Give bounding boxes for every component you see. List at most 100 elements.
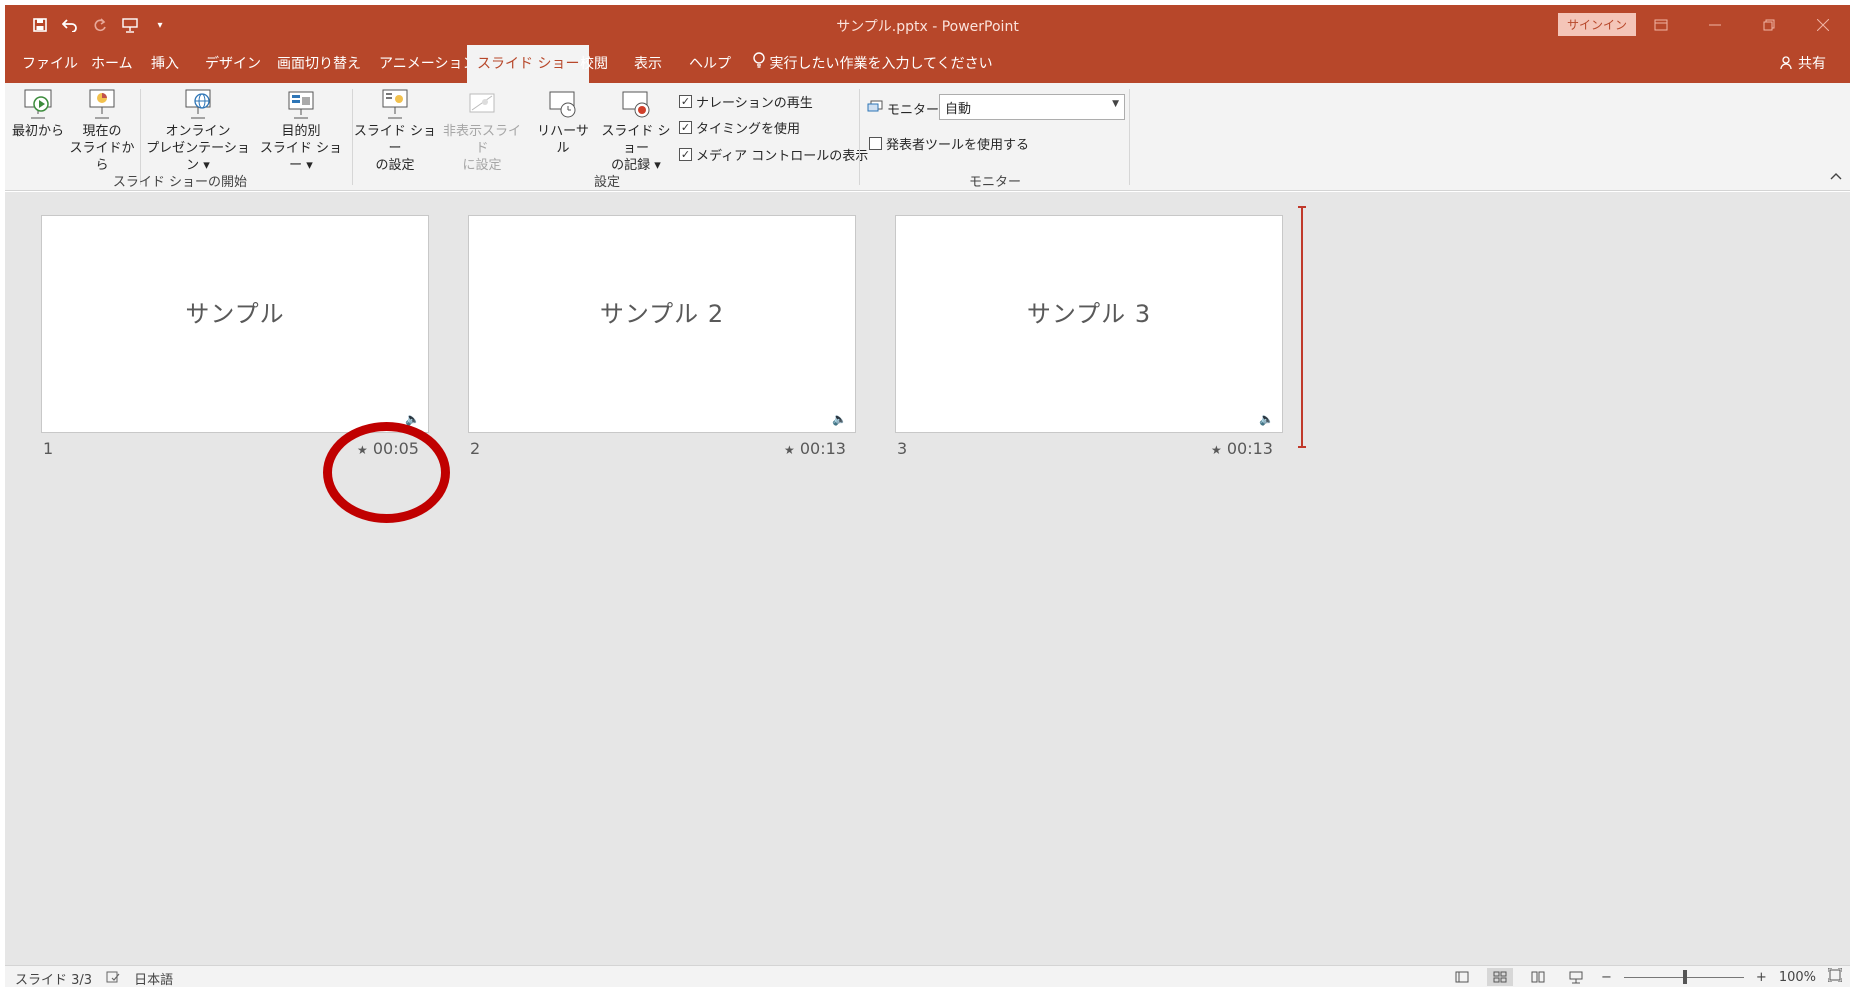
checkbox-unchecked-icon [869, 137, 882, 150]
slide-thumbnail-1[interactable]: サンプル 🔈 [41, 215, 429, 433]
slide-sorter-view-icon[interactable] [1487, 968, 1514, 986]
setup-group-label: 設定 [593, 175, 620, 190]
ribbon-display-options-icon[interactable] [1634, 5, 1688, 45]
tell-me-placeholder: 実行したい作業を入力してください [769, 56, 993, 72]
checkbox-checked-icon: ✓ [679, 121, 692, 134]
spellcheck-icon[interactable] [106, 971, 120, 987]
share-button[interactable]: 共有 [1779, 45, 1826, 83]
monitor-dropdown-value: 自動 [945, 102, 972, 117]
restore-icon[interactable] [1742, 5, 1796, 45]
setup-slideshow-button[interactable]: スライド ショー の設定 [353, 88, 437, 174]
from-beginning-button[interactable]: 最初から [11, 88, 65, 140]
ribbon-separator [1129, 89, 1130, 185]
tab-file[interactable]: ファイル [22, 45, 78, 83]
slide-number: 2 [470, 439, 481, 458]
collapse-ribbon-icon[interactable] [1830, 169, 1842, 184]
tab-animations[interactable]: アニメーション [379, 45, 476, 83]
ribbon: 最初から 現在の スライドから オンライン プレゼンテーション ▾ 目的別 スラ… [5, 83, 1850, 191]
online-presentation-button[interactable]: オンライン プレゼンテーション ▾ [143, 88, 253, 174]
monitor-group-label: モニター [968, 175, 1021, 190]
hide-label-1: 非表示スライド [442, 124, 521, 156]
use-timings-label: タイミングを使用 [696, 122, 801, 137]
presenter-view-label: 発表者ツールを使用する [886, 138, 1030, 153]
from-current-label-2: スライドから [69, 141, 135, 173]
window-controls [1634, 5, 1850, 45]
slide-title: サンプル 3 [1026, 300, 1152, 328]
setup-label-1: スライド ショー [353, 124, 437, 156]
ribbon-tabs: ファイル ホーム 挿入 デザイン 画面切り替え アニメーション スライド ショー… [5, 45, 1850, 83]
monitor-label-text: モニター: [887, 103, 944, 118]
slide-thumbnail-3[interactable]: サンプル 3 🔈 [895, 215, 1283, 433]
rehearse-clock-icon [548, 88, 578, 120]
status-bar: スライド 3/3 日本語 − + 100% [5, 965, 1850, 987]
tab-slideshow[interactable]: スライド ショー [467, 45, 590, 83]
star-icon: ★ [1211, 443, 1222, 457]
tab-review[interactable]: 校閲 [580, 45, 608, 83]
slide-title: サンプル 2 [599, 300, 725, 328]
presenter-view-checkbox[interactable]: 発表者ツールを使用する [869, 134, 1029, 153]
slide-counter: スライド 3/3 [15, 973, 93, 987]
person-icon [1779, 56, 1798, 72]
sound-icon: 🔈 [832, 412, 847, 426]
tab-design[interactable]: デザイン [205, 45, 261, 83]
rehearse-label: リハーサル [537, 124, 589, 156]
record-slideshow-button[interactable]: スライド ショー の記録 ▾ [595, 88, 677, 174]
slide-title: サンプル [185, 300, 285, 328]
checkbox-checked-icon: ✓ [679, 95, 692, 108]
tab-help[interactable]: ヘルプ [689, 45, 731, 83]
slide-timing-2: ★ 00:13 [784, 439, 846, 458]
from-beginning-label: 最初から [11, 124, 64, 139]
start-group-label: スライド ショーの開始 [112, 175, 248, 190]
online-label-1: オンライン [165, 124, 231, 139]
play-narrations-label: ナレーションの再生 [696, 96, 813, 111]
tell-me-box[interactable]: 実行したい作業を入力してください [753, 45, 993, 83]
fit-to-window-icon[interactable] [1827, 967, 1843, 986]
play-narrations-checkbox[interactable]: ✓ ナレーションの再生 [679, 92, 813, 111]
custom-label-2: スライド ショー ▾ [259, 141, 343, 173]
checkbox-checked-icon: ✓ [679, 148, 692, 161]
custom-label-1: 目的別 [281, 124, 321, 139]
tab-transitions[interactable]: 画面切り替え [277, 45, 361, 83]
sound-icon: 🔈 [1259, 412, 1274, 426]
signin-button[interactable]: サインイン [1557, 13, 1636, 36]
custom-show-icon [286, 88, 316, 120]
slide-thumbnail-2[interactable]: サンプル 2 🔈 [468, 215, 856, 433]
online-globe-icon [183, 88, 213, 120]
star-icon: ★ [784, 443, 795, 457]
tab-view[interactable]: 表示 [634, 45, 662, 83]
media-controls-checkbox[interactable]: ✓ メディア コントロールの表示 [679, 145, 868, 164]
monitor-dropdown[interactable]: 自動 ▼ [939, 94, 1125, 120]
hide-slide-button[interactable]: 非表示スライド に設定 [439, 88, 525, 174]
slide-number: 1 [43, 439, 54, 458]
share-label: 共有 [1798, 56, 1826, 72]
lightbulb-icon [753, 45, 765, 83]
zoom-slider-thumb[interactable] [1682, 969, 1687, 984]
minimize-icon[interactable] [1688, 5, 1742, 45]
reading-view-icon[interactable] [1525, 968, 1551, 986]
zoom-out-button[interactable]: − [1601, 970, 1612, 985]
close-icon[interactable] [1796, 5, 1850, 45]
from-current-label-1: 現在の [82, 124, 122, 139]
use-timings-checkbox[interactable]: ✓ タイミングを使用 [679, 118, 800, 137]
slide-timing-3: ★ 00:13 [1211, 439, 1273, 458]
ribbon-separator [859, 89, 860, 185]
language-indicator[interactable]: 日本語 [134, 969, 173, 987]
zoom-slider[interactable] [1623, 969, 1744, 984]
insertion-cursor [1298, 206, 1306, 448]
media-controls-label: メディア コントロールの表示 [696, 149, 869, 164]
slideshow-view-icon[interactable] [1563, 968, 1589, 986]
play-from-current-icon [87, 88, 117, 120]
record-icon [621, 88, 651, 120]
tab-home[interactable]: ホーム [91, 45, 133, 83]
normal-view-icon[interactable] [1449, 968, 1475, 986]
from-current-button[interactable]: 現在の スライドから [67, 88, 137, 174]
dropdown-arrow-icon: ▼ [1112, 99, 1119, 109]
title-bar: ▾ サンプル.pptx - PowerPoint サインイン [5, 5, 1850, 45]
tab-insert[interactable]: 挿入 [151, 45, 179, 83]
rehearse-timings-button[interactable]: リハーサル [532, 88, 594, 157]
custom-slideshow-button[interactable]: 目的別 スライド ショー ▾ [255, 88, 347, 174]
zoom-in-button[interactable]: + [1756, 970, 1767, 985]
online-label-2: プレゼンテーション ▾ [146, 141, 250, 173]
zoom-level[interactable]: 100% [1779, 970, 1816, 985]
hide-slide-icon [467, 88, 497, 120]
